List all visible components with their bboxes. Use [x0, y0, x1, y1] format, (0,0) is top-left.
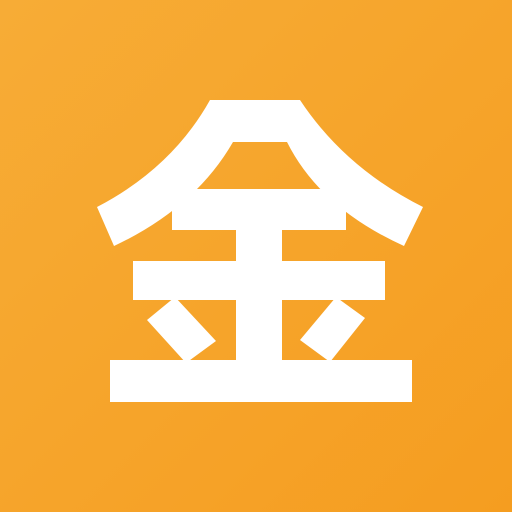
- gold-character-logo-icon: [0, 0, 512, 512]
- glyph-middle-bar: [133, 261, 385, 300]
- app-icon: [0, 0, 512, 512]
- glyph-base-bar: [110, 360, 412, 402]
- glyph-top-bar: [172, 189, 346, 230]
- glyph-stem: [236, 230, 282, 373]
